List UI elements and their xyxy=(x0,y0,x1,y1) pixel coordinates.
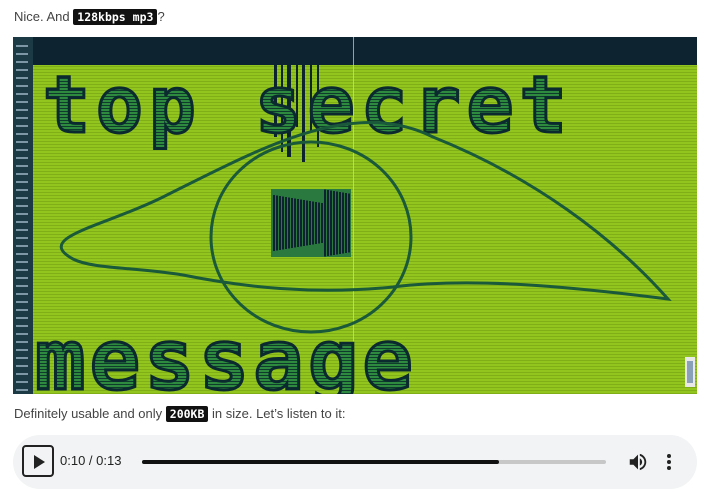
note-prefix: Definitely usable and only xyxy=(14,406,166,421)
play-icon xyxy=(34,455,45,469)
more-vert-icon xyxy=(667,454,671,470)
note-suffix: in size. Let’s listen to it: xyxy=(208,406,346,421)
intro-suffix: ? xyxy=(157,9,165,24)
more-options-button[interactable] xyxy=(662,451,676,473)
spectrogram-image: top secret message xyxy=(13,37,697,394)
size-code: 200KB xyxy=(165,406,209,422)
volume-button[interactable] xyxy=(627,451,649,473)
seek-bar[interactable] xyxy=(142,460,606,464)
intro-prefix: Nice. And xyxy=(14,9,74,24)
eye-pupil xyxy=(271,189,351,257)
format-code: 128kbps mp3 xyxy=(73,9,158,25)
note-text: Definitely usable and only 200KB in size… xyxy=(14,405,345,423)
top-secret-text: top secret xyxy=(43,61,573,151)
play-button[interactable] xyxy=(22,445,54,477)
audio-player: 0:10 / 0:13 xyxy=(13,435,697,489)
message-text: message xyxy=(35,311,417,394)
seek-progress xyxy=(142,460,499,464)
spectrogram-svg: top secret message xyxy=(13,37,697,394)
intro-text: Nice. And 128kbps mp3? xyxy=(14,8,165,26)
time-display: 0:10 / 0:13 xyxy=(60,453,122,468)
level-scale xyxy=(685,357,695,387)
volume-icon xyxy=(629,453,647,471)
